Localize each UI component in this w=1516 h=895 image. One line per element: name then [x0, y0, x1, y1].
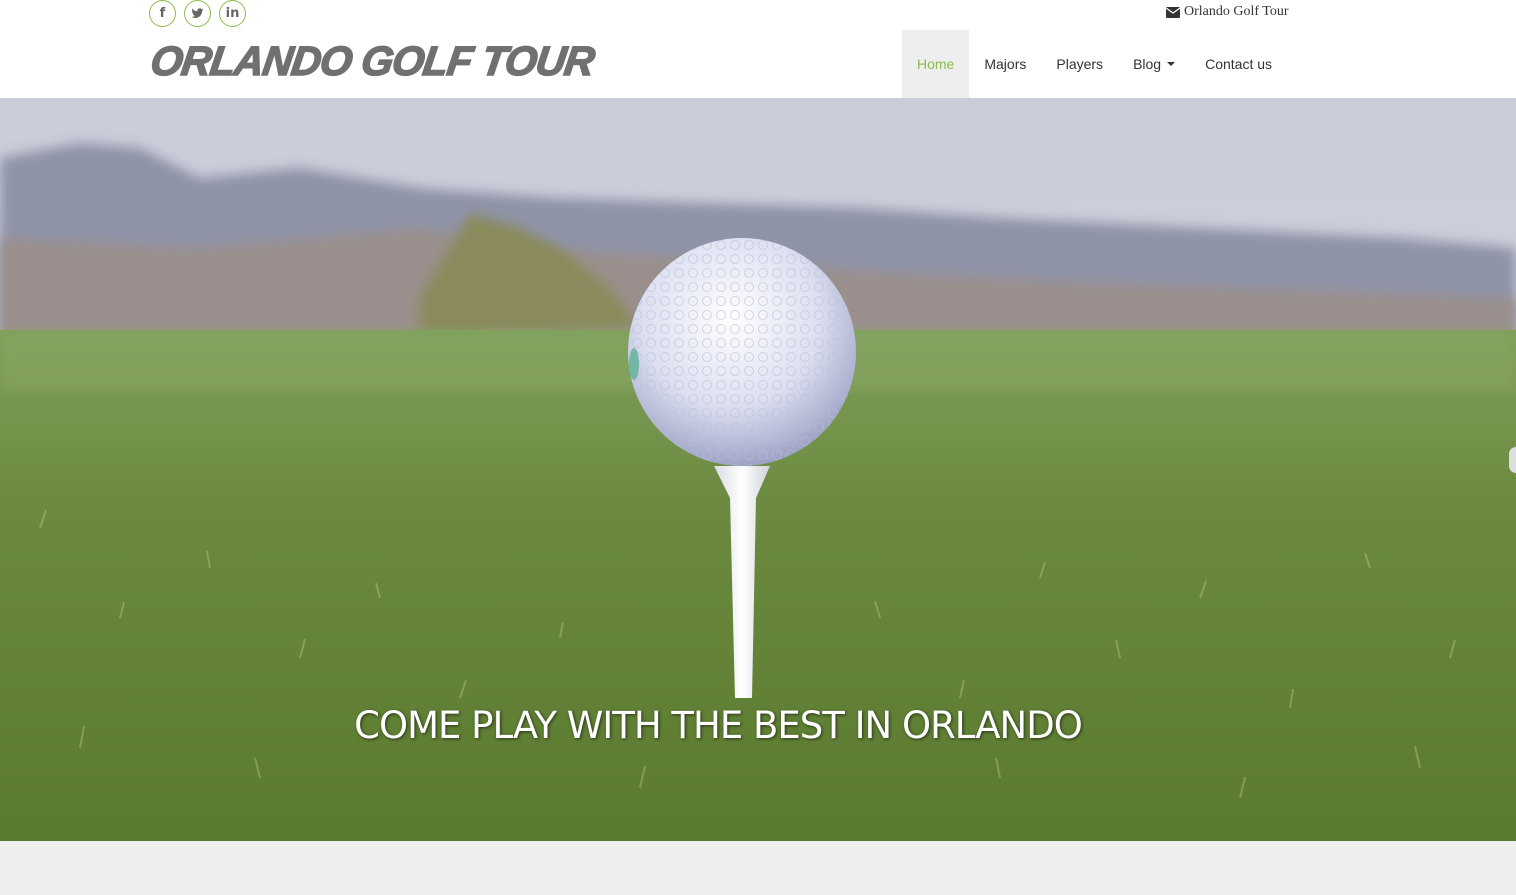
linkedin-icon[interactable]: in	[219, 0, 246, 27]
content-band	[0, 841, 1516, 895]
hero-banner: COME PLAY WITH THE BEST IN ORLANDO	[0, 98, 1516, 841]
social-links: f in	[149, 0, 246, 27]
nav-item-players[interactable]: Players	[1041, 30, 1118, 98]
caret-down-icon	[1167, 62, 1176, 66]
nav-item-home[interactable]: Home	[902, 30, 970, 98]
envelope-icon	[1166, 6, 1180, 18]
top-contact-link[interactable]: Orlando Golf Tour	[1166, 4, 1289, 20]
nav-item-blog[interactable]: Blog	[1118, 30, 1190, 98]
nav-item-label: Majors	[984, 56, 1027, 72]
site-header: f in Orlando Golf Tour ORLANDO GOLF TOUR…	[0, 0, 1516, 98]
site-logo[interactable]: ORLANDO GOLF TOUR	[147, 37, 597, 85]
slider-next-control[interactable]	[1509, 447, 1516, 473]
top-contact-label: Orlando Golf Tour	[1184, 4, 1289, 19]
nav-item-contact[interactable]: Contact us	[1190, 30, 1287, 98]
hero-caption: COME PLAY WITH THE BEST IN ORLANDO	[354, 704, 1083, 747]
nav-item-majors[interactable]: Majors	[969, 30, 1041, 98]
twitter-icon[interactable]	[184, 0, 211, 27]
nav-item-label: Contact us	[1205, 56, 1273, 72]
nav-item-label: Players	[1056, 56, 1104, 72]
facebook-icon[interactable]: f	[149, 0, 176, 27]
nav-item-label: Blog	[1133, 56, 1162, 72]
nav-item-label: Home	[917, 56, 955, 72]
main-nav: Home Majors Players Blog Contact us	[902, 30, 1287, 98]
